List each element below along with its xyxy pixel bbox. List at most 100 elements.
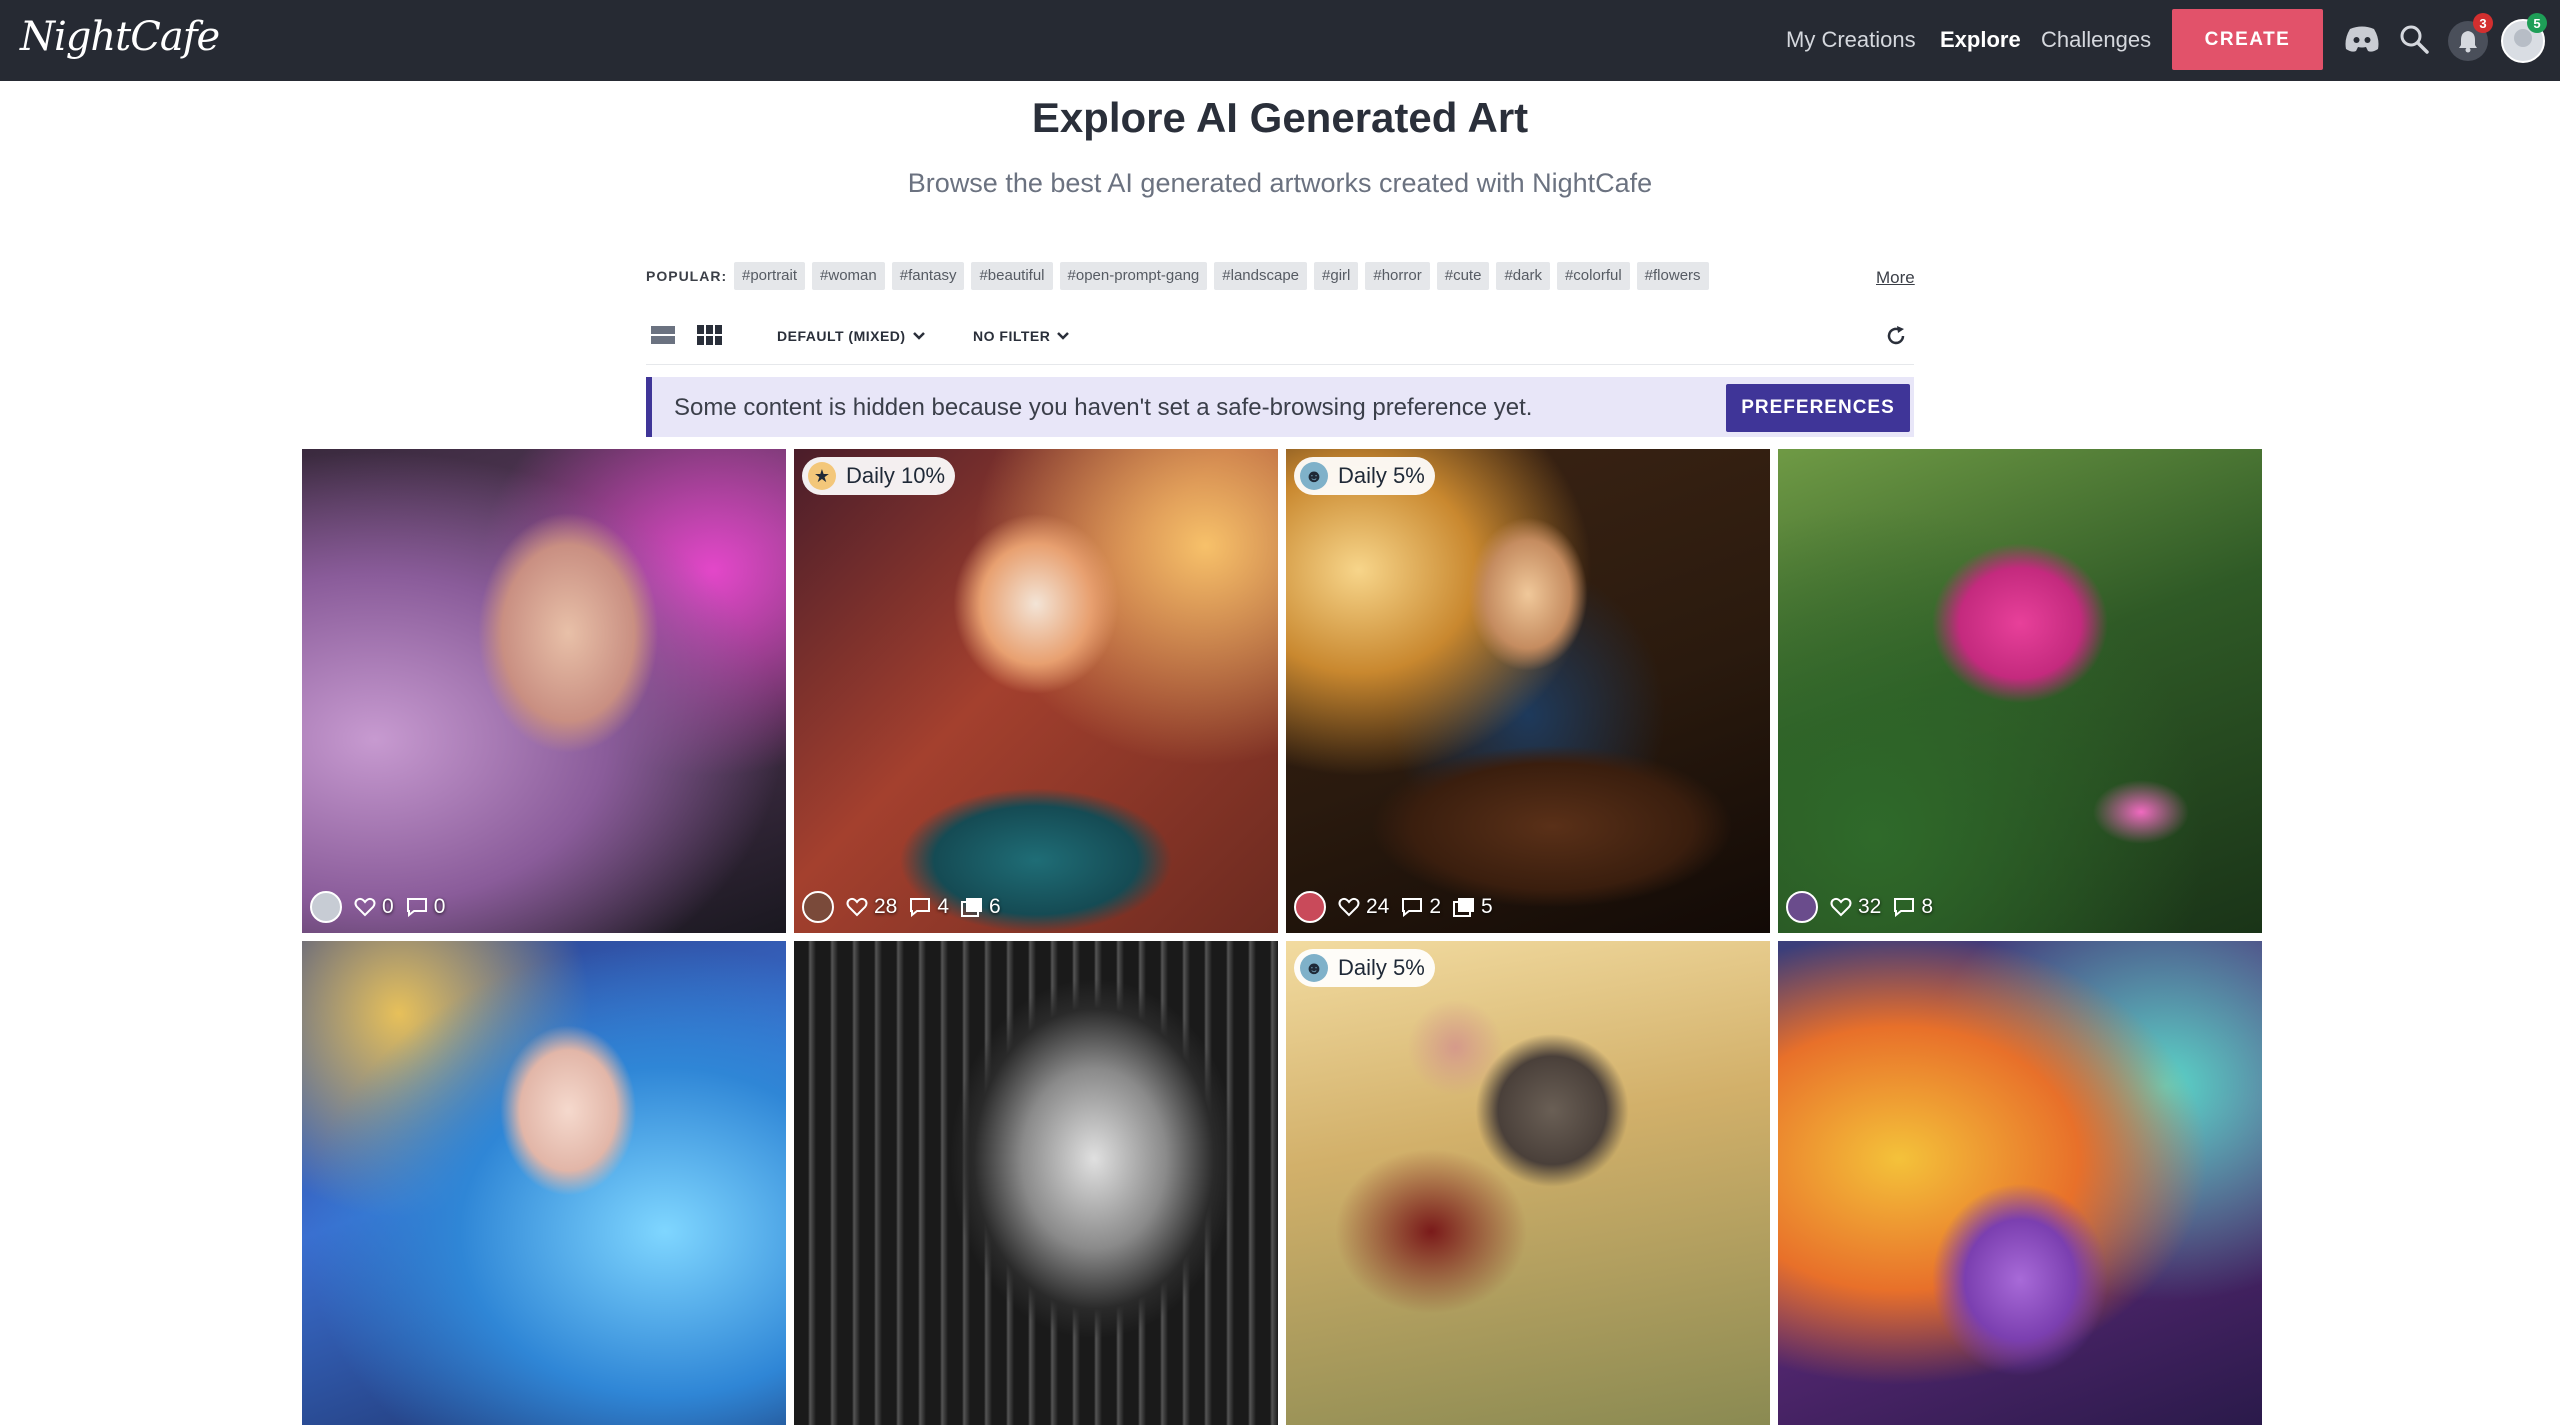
robot-icon: ☻ <box>1300 462 1328 490</box>
artwork-image[interactable] <box>1778 449 2262 933</box>
daily-badge: ☻ Daily 5% <box>1294 949 1435 987</box>
robot-icon: ☻ <box>1300 954 1328 982</box>
notice-text: Some content is hidden because you haven… <box>674 394 1533 421</box>
likes-stat[interactable]: 24 <box>1338 895 1389 919</box>
filter-label: NO FILTER <box>973 328 1051 344</box>
tag-chip[interactable]: #flowers <box>1636 262 1709 290</box>
artwork-card[interactable]: ★ Daily 10% 28 4 6 <box>794 449 1278 933</box>
images-count: 5 <box>1481 895 1493 918</box>
nav-challenges[interactable]: Challenges <box>2041 27 2151 53</box>
comments-stat[interactable]: 4 <box>909 895 949 919</box>
avatar[interactable] <box>1786 891 1818 923</box>
tag-chip[interactable]: #woman <box>812 262 885 290</box>
chevron-down-icon <box>912 332 925 340</box>
comments-count: 4 <box>937 895 950 918</box>
nav-explore[interactable]: Explore <box>1940 27 2021 53</box>
grid-view-icon[interactable] <box>696 324 722 346</box>
search-icon[interactable] <box>2395 20 2433 58</box>
artwork-card[interactable] <box>1778 941 2262 1425</box>
discord-icon[interactable] <box>2343 20 2381 58</box>
comment-icon <box>910 898 931 917</box>
artwork-card[interactable]: ☻ Daily 5% <box>1286 941 1770 1425</box>
comments-stat[interactable]: 8 <box>1893 895 1933 919</box>
artwork-image[interactable] <box>302 449 786 933</box>
nav-my-creations[interactable]: My Creations <box>1786 27 1916 53</box>
tag-chip[interactable]: #portrait <box>734 262 806 290</box>
challenger-icon: ★ <box>808 462 836 490</box>
comment-icon <box>1894 898 1915 917</box>
daily-badge-label: Daily 5% <box>1338 955 1425 980</box>
list-view-icon[interactable] <box>650 324 676 346</box>
artwork-card[interactable]: 32 8 <box>1778 449 2262 933</box>
page-title: Explore AI Generated Art <box>1031 94 1529 141</box>
artwork-image[interactable] <box>302 941 786 1425</box>
avatar[interactable] <box>1294 891 1326 923</box>
tag-chip[interactable]: #girl <box>1314 262 1359 290</box>
tag-chip[interactable]: #cute <box>1436 262 1490 290</box>
create-button[interactable]: CREATE <box>2172 9 2323 70</box>
daily-badge-label: Daily 10% <box>846 463 946 488</box>
likes-stat[interactable]: 32 <box>1830 895 1881 919</box>
images-count: 6 <box>989 895 1001 918</box>
sort-dropdown[interactable]: DEFAULT (MIXED) <box>777 328 926 344</box>
likes-stat[interactable]: 28 <box>846 895 897 919</box>
sort-label: DEFAULT (MIXED) <box>777 328 906 344</box>
tag-chip[interactable]: #colorful <box>1556 262 1630 290</box>
artwork-image[interactable] <box>1778 941 2262 1425</box>
profile-badge: 5 <box>2527 13 2547 33</box>
daily-badge: ★ Daily 10% <box>802 457 956 495</box>
refresh-icon[interactable] <box>1884 324 1908 348</box>
filter-dropdown[interactable]: NO FILTER <box>973 328 1070 344</box>
comments-stat[interactable]: 0 <box>406 895 446 919</box>
bell-icon <box>2459 31 2477 53</box>
tag-chip[interactable]: #open-prompt-gang <box>1059 262 1208 290</box>
comments-count: 0 <box>433 895 446 918</box>
card-stats: 32 8 <box>1786 891 1933 923</box>
top-navbar: NightCafe My Creations Explore Challenge… <box>0 0 2560 81</box>
artwork-card[interactable] <box>302 941 786 1425</box>
daily-badge: ☻ Daily 5% <box>1294 457 1435 495</box>
heart-icon <box>1830 897 1852 917</box>
heart-icon <box>846 897 868 917</box>
artwork-card[interactable]: ☻ Daily 5% 24 2 5 <box>1286 449 1770 933</box>
tag-chip[interactable]: #landscape <box>1214 262 1308 290</box>
tag-chip[interactable]: #beautiful <box>971 262 1053 290</box>
popular-label: POPULAR: <box>646 268 728 284</box>
card-stats: 24 2 5 <box>1294 891 1493 923</box>
images-stat[interactable]: 6 <box>961 895 1001 919</box>
heart-icon <box>1338 897 1360 917</box>
popular-tags: #portrait #woman #fantasy #beautiful #op… <box>734 262 1709 290</box>
artwork-image[interactable] <box>794 941 1278 1425</box>
likes-count: 0 <box>382 895 394 918</box>
notifications-badge: 3 <box>2473 13 2493 33</box>
artwork-card[interactable] <box>794 941 1278 1425</box>
comment-icon <box>406 898 427 917</box>
images-icon <box>961 898 983 917</box>
artwork-card[interactable]: 0 0 <box>302 449 786 933</box>
images-icon <box>1453 898 1475 917</box>
daily-badge-label: Daily 5% <box>1338 463 1425 488</box>
tag-chip[interactable]: #horror <box>1365 262 1430 290</box>
artwork-image[interactable] <box>1286 941 1770 1425</box>
preferences-button[interactable]: PREFERENCES <box>1726 384 1910 432</box>
toolbar-divider <box>646 364 1914 365</box>
likes-count: 28 <box>874 895 898 918</box>
comment-icon <box>1402 898 1423 917</box>
nightcafe-logo[interactable]: NightCafe <box>20 14 220 60</box>
likes-count: 24 <box>1366 895 1390 918</box>
likes-count: 32 <box>1858 895 1882 918</box>
chevron-down-icon <box>1057 332 1070 340</box>
tag-chip[interactable]: #fantasy <box>891 262 965 290</box>
more-tags-link[interactable]: More <box>1876 268 1915 288</box>
tag-chip[interactable]: #dark <box>1496 262 1550 290</box>
safe-browsing-notice: Some content is hidden because you haven… <box>646 377 1914 437</box>
card-stats: 28 4 6 <box>802 891 1001 923</box>
artwork-image[interactable] <box>794 449 1278 933</box>
artwork-image[interactable] <box>1286 449 1770 933</box>
comments-stat[interactable]: 2 <box>1401 895 1441 919</box>
likes-stat[interactable]: 0 <box>354 895 394 919</box>
images-stat[interactable]: 5 <box>1453 895 1493 919</box>
avatar[interactable] <box>802 891 834 923</box>
card-stats: 0 0 <box>310 891 445 923</box>
avatar[interactable] <box>310 891 342 923</box>
